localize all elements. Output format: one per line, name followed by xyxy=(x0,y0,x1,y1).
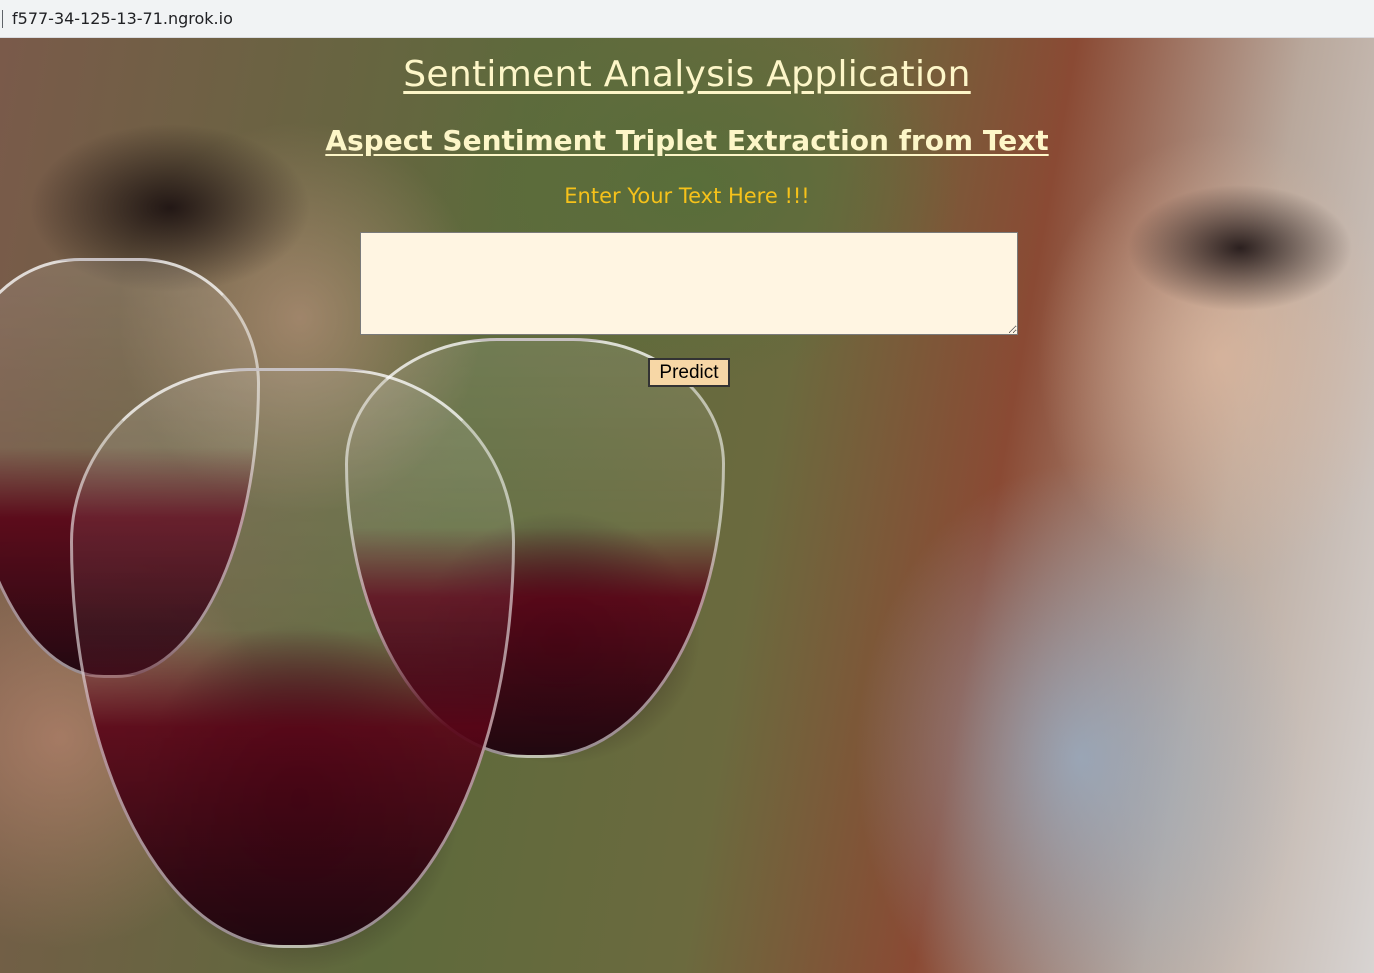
url-text[interactable]: f577-34-125-13-71.ngrok.io xyxy=(12,9,233,28)
page-title: Sentiment Analysis Application xyxy=(403,54,971,95)
text-cursor xyxy=(2,10,3,28)
background-photo xyxy=(0,38,1374,973)
wine-glass-front xyxy=(70,368,515,948)
input-prompt-label: Enter Your Text Here !!! xyxy=(564,184,810,208)
predict-button[interactable]: Predict xyxy=(648,358,730,387)
text-input[interactable] xyxy=(360,232,1018,335)
browser-address-bar[interactable]: f577-34-125-13-71.ngrok.io xyxy=(0,0,1374,38)
page-subtitle: Aspect Sentiment Triplet Extraction from… xyxy=(325,124,1049,157)
